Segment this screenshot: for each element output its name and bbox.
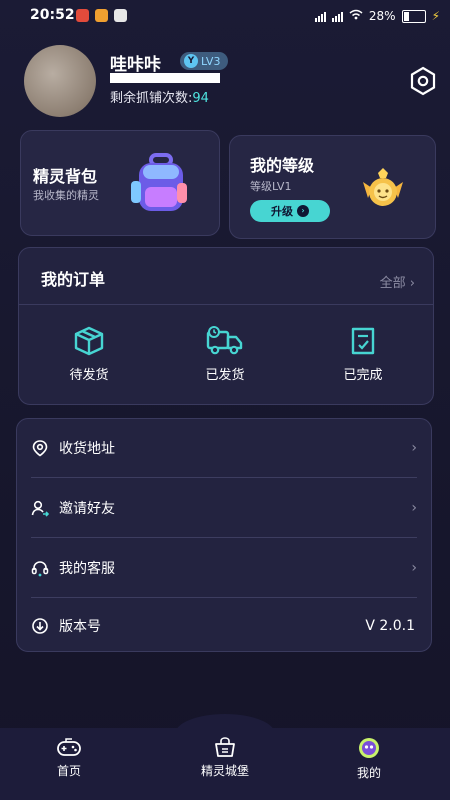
notification-icons bbox=[76, 9, 127, 22]
battery-icon bbox=[401, 9, 426, 23]
menu-item-label: 我的客服 bbox=[59, 561, 115, 577]
status-indicators: 28% ⚡ bbox=[314, 9, 440, 23]
menu-item-support[interactable]: 我的客服 › bbox=[31, 539, 417, 597]
medal-icon bbox=[363, 168, 403, 206]
version-value: V 2.0.1 bbox=[365, 618, 415, 634]
orders-all-link[interactable]: 全部 › bbox=[380, 272, 415, 291]
order-status-label: 已发货 bbox=[205, 368, 245, 383]
level-subtitle: 等级LV1 bbox=[250, 180, 292, 193]
tab-mine[interactable]: 我的 bbox=[324, 736, 414, 781]
wechat-icon bbox=[114, 9, 127, 22]
signal-icon-2 bbox=[331, 10, 343, 22]
menu-item-label: 收货地址 bbox=[59, 441, 115, 457]
profile-face-icon bbox=[359, 738, 379, 758]
headset-icon bbox=[31, 561, 49, 577]
status-bar: 20:52 28% ⚡ bbox=[0, 0, 450, 34]
level-card[interactable]: 我的等级 等级LV1 升级 › bbox=[229, 135, 436, 239]
arrow-right-icon: › bbox=[297, 205, 309, 217]
remaining-label: 剩余抓铺次数: bbox=[110, 91, 193, 106]
tab-label: 精灵城堡 bbox=[200, 764, 249, 778]
remaining-value: 94 bbox=[192, 91, 209, 106]
menu-item-invite[interactable]: 邀请好友 › bbox=[31, 479, 417, 537]
divider bbox=[31, 537, 417, 538]
menu-item-label: 版本号 bbox=[59, 619, 101, 635]
nickname: 哇咔咔 bbox=[110, 55, 161, 75]
menu-item-label: 邀请好友 bbox=[59, 501, 115, 517]
invite-user-icon bbox=[31, 500, 49, 517]
backpack-subtitle: 我收集的精灵 bbox=[33, 189, 99, 202]
weibo-icon bbox=[76, 9, 89, 22]
upgrade-button[interactable]: 升级 › bbox=[250, 200, 330, 222]
order-status-label: 待发货 bbox=[69, 368, 109, 383]
chevron-right-icon: › bbox=[411, 560, 417, 576]
diamond-icon: Y bbox=[184, 54, 198, 68]
notification-app-icon bbox=[95, 9, 108, 22]
chevron-right-icon: › bbox=[411, 440, 417, 456]
settings-button[interactable] bbox=[408, 66, 438, 96]
orders-panel: 我的订单 全部 › 待发货 已发货 已完成 bbox=[18, 247, 434, 405]
menu-panel: 收货地址 › 邀请好友 › 我的客服 › 版本号 V 2.0.1 bbox=[16, 418, 432, 652]
chevron-right-icon: › bbox=[411, 500, 417, 516]
shopping-basket-icon bbox=[215, 737, 235, 757]
status-time: 20:52 bbox=[30, 7, 75, 23]
gamepad-icon bbox=[57, 738, 81, 756]
tab-label: 我的 bbox=[356, 766, 381, 780]
order-status-completed[interactable]: 已完成 bbox=[313, 326, 413, 383]
charging-icon: ⚡ bbox=[431, 9, 440, 23]
package-box-icon bbox=[74, 326, 104, 356]
upgrade-label: 升级 bbox=[271, 205, 293, 218]
wifi-icon bbox=[349, 9, 363, 23]
battery-percent: 28% bbox=[368, 9, 396, 23]
tab-castle[interactable]: 精灵城堡 bbox=[180, 736, 270, 779]
order-status-shipped[interactable]: 已发货 bbox=[175, 326, 275, 383]
order-status-pending[interactable]: 待发货 bbox=[39, 326, 139, 383]
download-circle-icon bbox=[32, 618, 48, 634]
divider bbox=[19, 304, 433, 305]
divider bbox=[31, 477, 417, 478]
tab-home[interactable]: 首页 bbox=[24, 736, 114, 779]
chevron-right-icon: › bbox=[409, 276, 415, 291]
backpack-title: 精灵背包 bbox=[33, 167, 98, 186]
completed-order-icon bbox=[351, 327, 375, 355]
masked-user-id bbox=[110, 73, 220, 83]
backpack-card[interactable]: 精灵背包 我收集的精灵 bbox=[20, 130, 220, 236]
menu-item-version: 版本号 V 2.0.1 bbox=[31, 597, 417, 655]
menu-item-address[interactable]: 收货地址 › bbox=[31, 419, 417, 477]
orders-title: 我的订单 bbox=[41, 270, 106, 289]
backpack-icon bbox=[131, 153, 187, 211]
level-title: 我的等级 bbox=[250, 156, 315, 175]
location-pin-icon bbox=[32, 440, 48, 457]
delivery-truck-icon bbox=[206, 326, 243, 355]
settings-hexagon-icon bbox=[410, 66, 436, 96]
remaining-count: 剩余抓铺次数:94 bbox=[110, 87, 209, 106]
orders-all-label: 全部 bbox=[379, 276, 406, 291]
signal-icon bbox=[314, 10, 326, 22]
level-badge-label: LV3 bbox=[201, 54, 221, 68]
order-status-label: 已完成 bbox=[343, 368, 383, 383]
tab-label: 首页 bbox=[56, 764, 81, 778]
avatar[interactable] bbox=[24, 45, 96, 117]
level-badge: Y LV3 bbox=[180, 52, 229, 70]
